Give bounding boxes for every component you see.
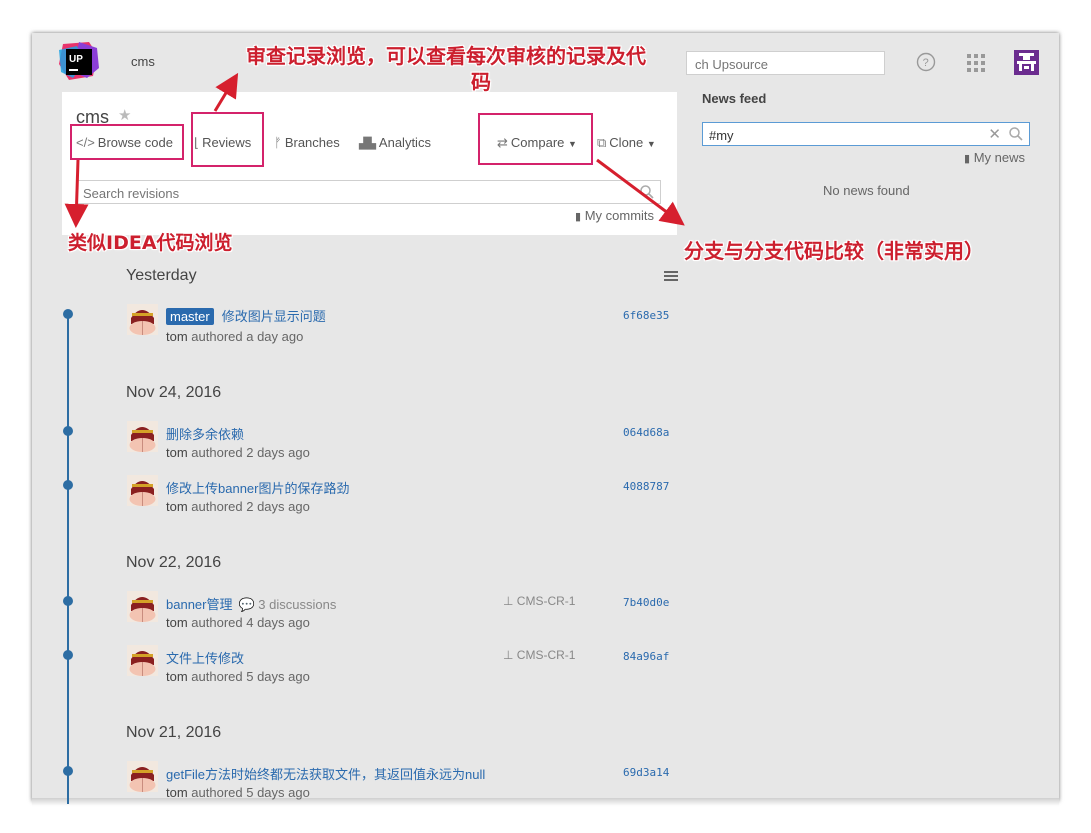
author-time: authored a day ago — [191, 329, 304, 344]
commit-author-line: tom authored 4 days ago — [166, 615, 310, 630]
commit-message[interactable]: 修改上传banner图片的保存路劲 — [166, 478, 349, 497]
date-header: Nov 22, 2016 — [126, 554, 222, 571]
timeline-dot — [63, 480, 73, 490]
commit-author-avatar — [127, 421, 158, 452]
empty-news-message: No news found — [823, 183, 910, 198]
commit-hash[interactable]: 84a96af — [623, 650, 669, 663]
commit-hash[interactable]: 064d68a — [623, 426, 669, 439]
commit-author-avatar — [127, 591, 158, 622]
timeline-dot — [63, 426, 73, 436]
commit-message[interactable]: master 修改图片显示问题 — [166, 306, 326, 325]
author-time: authored 2 days ago — [191, 499, 310, 514]
discussions-count[interactable]: 💬 3 discussions — [238, 597, 336, 612]
timeline-dot — [63, 650, 73, 660]
browse-code-annotation: 类似IDEA代码浏览 — [68, 232, 233, 254]
commit-message[interactable]: 删除多余依赖 — [166, 424, 244, 443]
reviews-annotation: 审查记录浏览，可以查看每次审核的记录及代 — [246, 44, 646, 68]
author-name: tom — [166, 669, 188, 684]
timeline-dot — [63, 596, 73, 606]
timeline-dot — [63, 309, 73, 319]
author-name: tom — [166, 329, 188, 344]
reviews-annotation-line2: 码 — [471, 70, 491, 94]
commit-message[interactable]: banner管理 💬 3 discussions — [166, 594, 336, 613]
commit-author-avatar — [127, 304, 158, 335]
commit-message-text[interactable]: banner管理 — [166, 597, 232, 612]
commit-author-line: tom authored 2 days ago — [166, 445, 310, 460]
clear-icon[interactable]: ✕ — [988, 125, 1001, 143]
news-feed-title: News feed — [702, 91, 767, 106]
discussion-bubble-icon: 💬 — [238, 597, 255, 612]
commit-hash[interactable]: 6f68e35 — [623, 309, 669, 322]
bookmark-icon: ▮ — [964, 153, 971, 165]
commit-hash[interactable]: 69d3a14 — [623, 766, 669, 779]
author-time: authored 5 days ago — [191, 785, 310, 800]
my-news-filter[interactable]: ▮ My news — [964, 150, 1025, 165]
author-name: tom — [166, 615, 188, 630]
review-id: CMS-CR-1 — [516, 648, 576, 662]
author-time: authored 5 days ago — [191, 669, 310, 684]
commit-author-line: tom authored 2 days ago — [166, 499, 310, 514]
date-header: Nov 21, 2016 — [126, 724, 222, 741]
commit-author-line: tom authored 5 days ago — [166, 669, 310, 684]
review-stamp-icon: ⊥ — [503, 648, 514, 662]
commit-message[interactable]: getFile方法时始终都无法获取文件，其返回值永远为null — [166, 764, 485, 783]
commit-author-avatar — [127, 645, 158, 676]
review-id: CMS-CR-1 — [516, 594, 576, 608]
my-news-label: My news — [973, 150, 1025, 165]
commit-author-line: tom authored 5 days ago — [166, 785, 310, 800]
commit-message-text[interactable]: 修改图片显示问题 — [222, 309, 326, 324]
menu-icon[interactable] — [664, 270, 678, 282]
news-search-box[interactable]: ✕ — [702, 122, 1030, 146]
date-header: Yesterday — [126, 267, 197, 284]
commit-hash[interactable]: 7b40d0e — [623, 596, 669, 609]
author-name: tom — [166, 785, 188, 800]
discussions-label: 3 discussions — [258, 597, 337, 612]
date-header: Nov 24, 2016 — [126, 384, 222, 401]
commit-author-avatar — [127, 761, 158, 792]
commit-hash[interactable]: 4088787 — [623, 480, 669, 493]
author-time: authored 4 days ago — [191, 615, 310, 630]
compare-annotation: 分支与分支代码比较（非常实用） — [684, 239, 984, 263]
branch-badge[interactable]: master — [166, 308, 214, 325]
author-time: authored 2 days ago — [191, 445, 310, 460]
commit-message[interactable]: 文件上传修改 — [166, 648, 244, 667]
commit-author-line: tom authored a day ago — [166, 329, 303, 344]
news-search-input[interactable] — [707, 124, 981, 146]
commit-author-avatar — [127, 475, 158, 506]
review-stamp-icon: ⊥ — [503, 594, 514, 608]
search-icon[interactable] — [1009, 127, 1023, 141]
timeline-dot — [63, 766, 73, 776]
review-link[interactable]: ⊥ CMS-CR-1 — [503, 648, 575, 662]
author-name: tom — [166, 445, 188, 460]
timeline-line — [67, 314, 69, 804]
review-link[interactable]: ⊥ CMS-CR-1 — [503, 594, 575, 608]
author-name: tom — [166, 499, 188, 514]
